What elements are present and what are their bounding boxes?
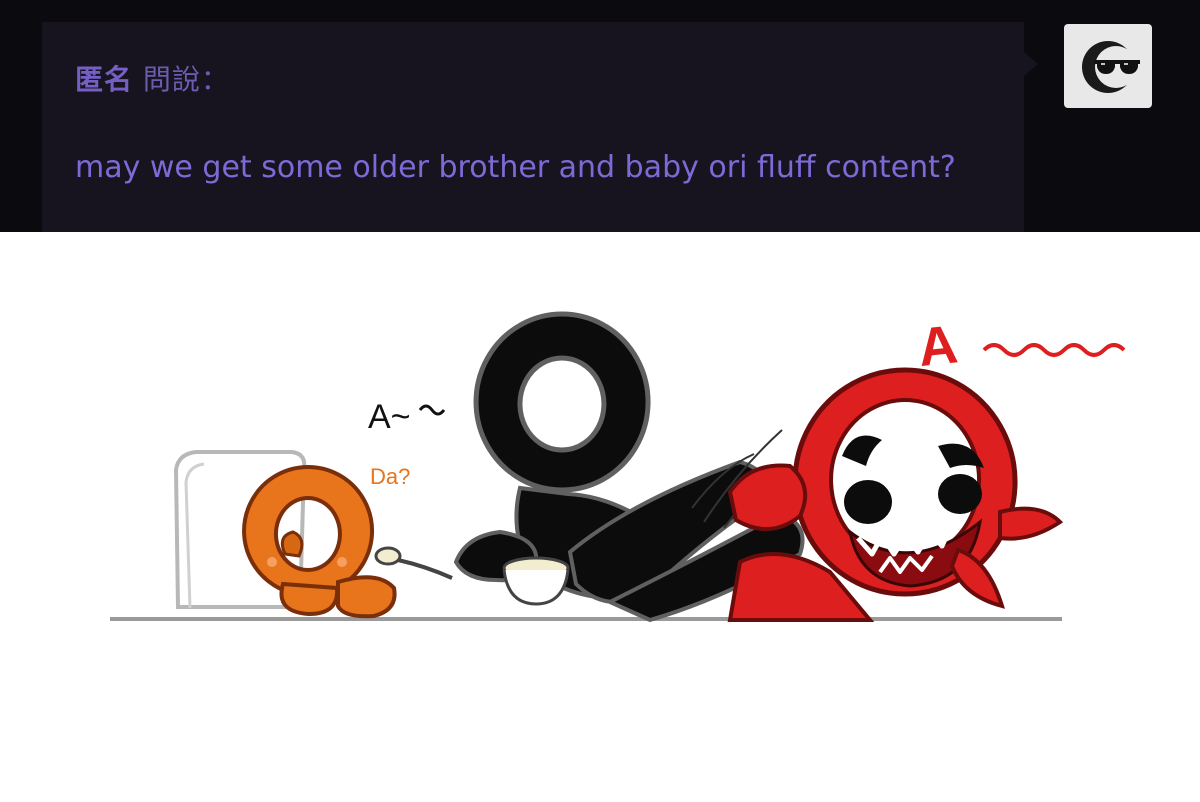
blog-avatar[interactable] (1064, 24, 1152, 108)
ask-question: may we get some older brother and baby o… (75, 150, 956, 185)
sfx-squiggle (982, 343, 1126, 357)
comic-illustration: A A~ Da? (110, 311, 1126, 623)
sfx-red-text: A (915, 314, 960, 378)
ask-bubble (42, 22, 1024, 232)
asker-line: 匿名 問說： (75, 58, 230, 98)
baby-speech-text: Da? (370, 464, 410, 489)
sfx-black-text: A~ (368, 398, 411, 436)
red-character (727, 367, 1064, 622)
ask-bubble-tail (1024, 52, 1038, 76)
asker-verb: 問說： (142, 63, 230, 96)
sfx-squiggle-small (418, 404, 446, 416)
spoon (374, 546, 453, 580)
bowl (502, 556, 570, 606)
asker-name[interactable]: 匿名 (75, 63, 133, 96)
sunglasses-moon-icon (1082, 41, 1140, 93)
